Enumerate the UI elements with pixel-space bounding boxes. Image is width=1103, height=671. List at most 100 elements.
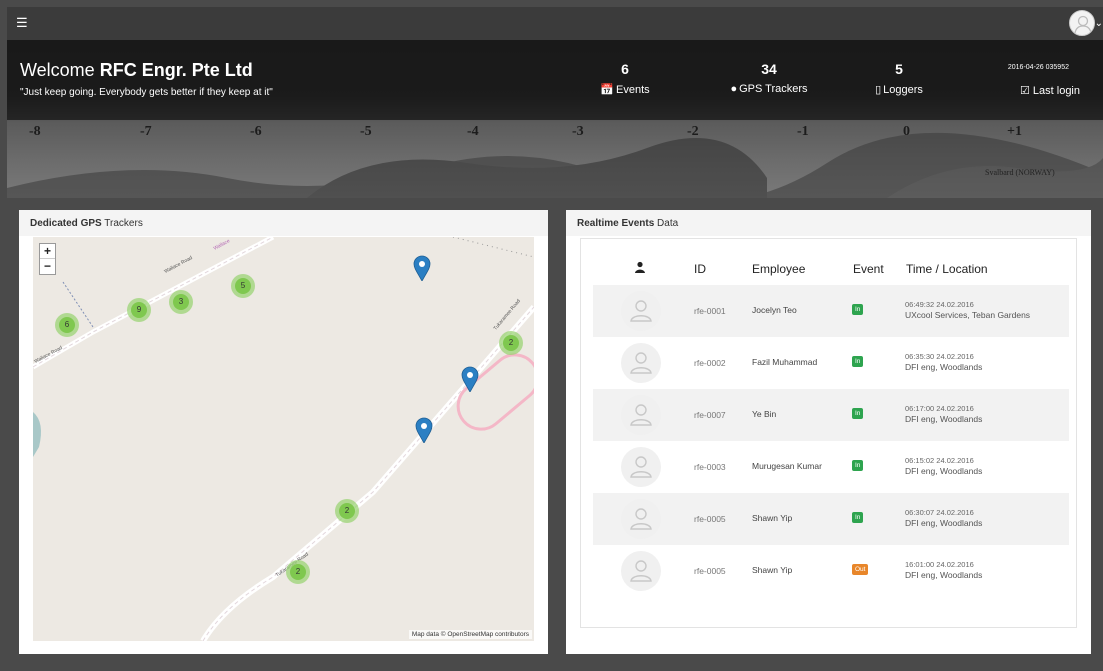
row-time: 06:15:02 24.02.2016 [905,456,974,465]
events-table: ID Employee Event Time / Location rfe-00… [580,238,1077,628]
map-cluster[interactable]: 9 [127,298,151,322]
column-employee[interactable]: Employee [752,262,805,276]
row-time: 06:49:32 24.02.2016 [905,300,974,309]
panel-title-bold: Dedicated GPS [30,218,102,229]
panel-title: Realtime Events Data [566,210,1091,236]
zoom-in-button[interactable]: + [40,244,55,259]
realtime-events-panel: Realtime Events Data ID Employee Event T… [566,210,1091,654]
user-placeholder-icon [630,404,652,426]
row-id: rfe-0005 [694,566,726,576]
column-event[interactable]: Event [853,262,884,276]
hero-banner: -8 -7 -6 -5 -4 -3 -2 -1 0 +1 Svalbard (N… [7,40,1103,198]
cluster-count: 2 [339,503,355,519]
cluster-count: 6 [59,317,75,333]
row-id: rfe-0007 [694,410,726,420]
employee-photo [621,551,661,591]
map-cluster[interactable]: 5 [231,274,255,298]
tablet-icon: ▯ [875,84,882,96]
panel-title-bold: Realtime Events [577,218,655,229]
table-row[interactable]: rfe-0002 Fazil Muhammad In 06:35:30 24.0… [593,337,1069,389]
row-employee: Fazil Muhammad [752,357,818,367]
panel-title-rest: Data [654,218,679,229]
user-avatar-icon[interactable] [1069,10,1095,36]
scale-label: 0 [903,124,910,139]
gps-trackers-stat[interactable]: 34 ● GPS Trackers [709,61,829,95]
table-header: ID Employee Event Time / Location [593,256,1068,284]
event-badge: In [852,460,864,471]
map-cluster[interactable]: 2 [286,560,310,584]
scale-label: -1 [797,124,809,139]
panel-title: Dedicated GPS Trackers [19,210,548,236]
map-cluster[interactable]: 6 [55,313,79,337]
table-row[interactable]: rfe-0003 Murugesan Kumar In 06:15:02 24.… [593,441,1069,493]
row-time: 16:01:00 24.02.2016 [905,560,974,569]
event-badge: In [852,356,864,367]
column-id[interactable]: ID [694,262,706,276]
map-cluster[interactable]: 3 [169,290,193,314]
event-badge: In [852,512,864,523]
user-icon [634,261,646,276]
loggers-stat[interactable]: 5 ▯ Loggers [839,61,959,96]
hamburger-icon[interactable]: ☰ [16,15,30,31]
map-pin-icon[interactable] [415,417,433,443]
events-stat[interactable]: 6 📅 Events [565,61,685,96]
map-pin-icon[interactable] [461,366,479,392]
hero-map-text: Svalbard (NORWAY) [985,168,1055,177]
row-time: 06:35:30 24.02.2016 [905,352,974,361]
cluster-count: 2 [290,564,306,580]
map-pin-icon[interactable] [413,255,431,281]
row-location: DFI eng, Woodlands [905,518,983,528]
scale-label: -7 [140,124,152,139]
event-badge: Out [852,564,869,575]
last-login-label: Last login [1032,85,1080,97]
row-id: rfe-0005 [694,514,726,524]
row-employee: Jocelyn Teo [752,305,797,315]
row-employee: Ye Bin [752,409,777,419]
gps-trackers-count: 34 [761,61,777,77]
row-employee: Shawn Yip [752,565,793,575]
map-cluster[interactable]: 2 [335,499,359,523]
zoom-control: + − [39,243,56,275]
scale-label: -4 [467,124,479,139]
user-placeholder-icon [630,300,652,322]
user-menu[interactable]: ⌄ [1067,10,1103,38]
table-row[interactable]: rfe-0001 Jocelyn Teo In 06:49:32 24.02.2… [593,285,1069,337]
column-time-location[interactable]: Time / Location [906,262,988,276]
scale-label: -2 [687,124,699,139]
scale-label: -5 [360,124,372,139]
gps-trackers-label: GPS Trackers [739,83,808,95]
row-time: 06:17:00 24.02.2016 [905,404,974,413]
employee-photo [621,343,661,383]
loggers-label: Loggers [883,84,923,96]
map-attribution[interactable]: Map data © OpenStreetMap contributors [408,630,532,639]
map-view[interactable]: Wallace Road Wallace Road Tukaramee Road… [33,237,534,641]
event-badge: In [852,408,864,419]
row-id: rfe-0003 [694,462,726,472]
cluster-count: 3 [173,294,189,310]
table-row[interactable]: rfe-0005 Shawn Yip Out 16:01:00 24.02.20… [593,545,1069,597]
events-count: 6 [621,61,629,77]
loggers-count: 5 [895,61,903,77]
table-row[interactable]: rfe-0005 Shawn Yip In 06:30:07 24.02.201… [593,493,1069,545]
row-id: rfe-0001 [694,306,726,316]
last-login[interactable]: ☑ Last login [1020,84,1080,97]
chevron-down-icon[interactable]: ⌄ [1095,18,1103,29]
scale-label: +1 [1007,124,1022,139]
row-location: DFI eng, Woodlands [905,362,983,372]
user-placeholder-icon [630,352,652,374]
calendar-icon: 📅 [600,84,615,96]
map-cluster[interactable]: 2 [499,331,523,355]
row-location: DFI eng, Woodlands [905,570,983,580]
hero-scale: -8 -7 -6 -5 -4 -3 -2 -1 0 +1 [7,124,1103,146]
table-row[interactable]: rfe-0007 Ye Bin In 06:17:00 24.02.2016 DF… [593,389,1069,441]
cluster-count: 5 [235,278,251,294]
scale-label: -6 [250,124,262,139]
cluster-count: 2 [503,335,519,351]
user-placeholder-icon [630,508,652,530]
welcome-prefix: Welcome [20,60,100,80]
last-login-timestamp: 2016-04-26 035952 [1007,64,1069,71]
scale-label: -3 [572,124,584,139]
company-name: RFC Engr. Pte Ltd [99,60,253,80]
zoom-out-button[interactable]: − [40,259,55,274]
row-employee: Murugesan Kumar [752,461,822,471]
